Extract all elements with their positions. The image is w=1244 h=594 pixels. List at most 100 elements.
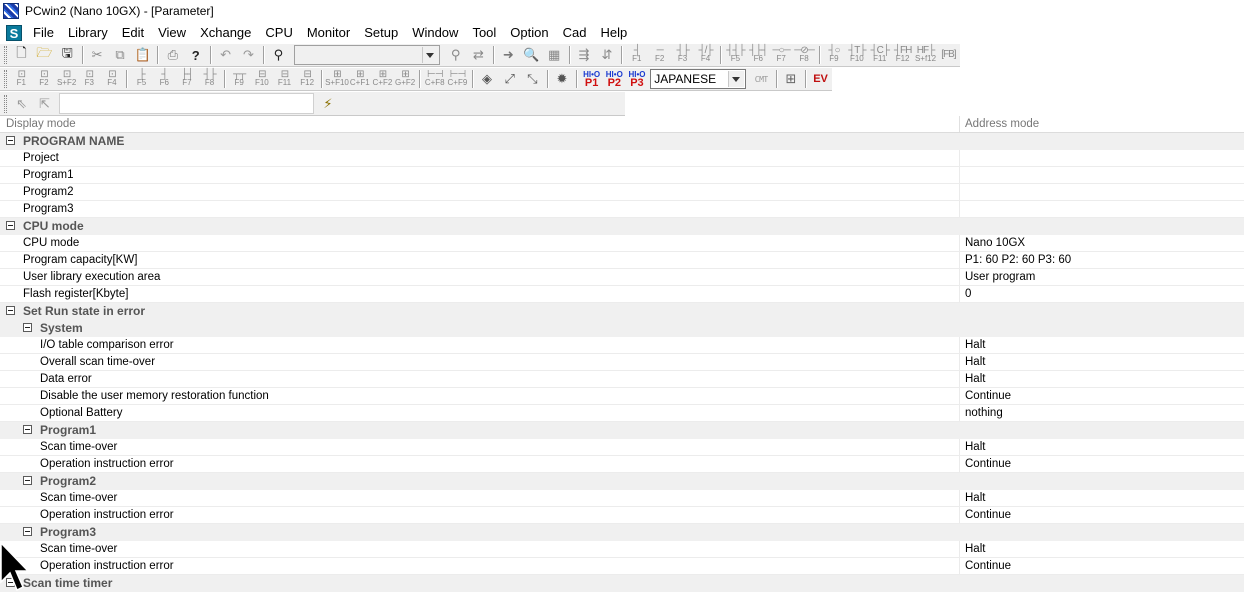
edit-sf10-icon[interactable]: ⊞ S+F10 [325, 68, 349, 90]
find-icon[interactable]: ⚲ [267, 44, 290, 66]
ladder-f9-icon[interactable]: ┤○ F9 [823, 44, 846, 66]
toolbar-grip[interactable] [4, 46, 7, 64]
table-row[interactable]: CPU mode Nano 10GX [0, 235, 1244, 252]
table-row[interactable]: Overall scan time-over Halt [0, 354, 1244, 371]
menu-help[interactable]: Help [593, 22, 634, 43]
edit-f1-icon[interactable]: ⊡ F1 [10, 68, 33, 90]
ladder-f6-icon[interactable]: ┤├┤ F6 [747, 44, 770, 66]
io-table-icon[interactable]: ⊞ [780, 68, 803, 90]
group-row[interactable]: Program3 [0, 524, 1244, 541]
undo-icon[interactable]: ↶ [214, 44, 237, 66]
address-mode-value[interactable] [960, 167, 1244, 183]
collapse-minus-icon[interactable] [23, 323, 32, 332]
menu-edit[interactable]: Edit [115, 22, 151, 43]
group-row[interactable]: Scan time timer [0, 575, 1244, 592]
open-folder-icon[interactable]: 🗁 [33, 44, 56, 66]
address-mode-header[interactable]: Address mode [960, 116, 1244, 132]
table-row[interactable]: Optional Battery nothing [0, 405, 1244, 422]
address-mode-value[interactable]: Halt [960, 439, 1244, 455]
lightning-icon[interactable]: ⚡ [318, 95, 338, 113]
address-mode-value[interactable] [960, 201, 1244, 217]
table-row[interactable]: Data error Halt [0, 371, 1244, 388]
zoom-in-icon[interactable]: ⤢ [498, 68, 521, 90]
address-mode-value[interactable]: Continue [960, 456, 1244, 472]
menu-cad[interactable]: Cad [556, 22, 594, 43]
address-mode-value[interactable]: Halt [960, 337, 1244, 353]
address-mode-value[interactable]: 0 [960, 286, 1244, 302]
ladder-f11-icon[interactable]: ┤C├ F11 [868, 44, 891, 66]
table-row[interactable]: Scan time-over Halt [0, 490, 1244, 507]
address-mode-value[interactable]: Nano 10GX [960, 235, 1244, 251]
table-row[interactable]: Project [0, 150, 1244, 167]
group-row[interactable]: Set Run state in error [0, 303, 1244, 320]
edit-gsr2-icon[interactable]: ⊞ G+F2 [394, 68, 417, 90]
collapse-minus-icon[interactable] [6, 221, 15, 230]
address-mode-value[interactable]: Halt [960, 371, 1244, 387]
address-mode-value[interactable] [960, 150, 1244, 166]
table-row[interactable]: Program3 [0, 201, 1244, 218]
replace-icon[interactable]: ⇄ [467, 44, 490, 66]
edit-cf2-icon[interactable]: ⊞ C+F2 [371, 68, 394, 90]
collapse-minus-icon[interactable] [6, 136, 15, 145]
language-select[interactable]: JAPANESE [650, 69, 746, 89]
program-p3-button[interactable]: HI•O P3 [626, 68, 649, 90]
print-icon[interactable]: ⎙ [161, 44, 184, 66]
address-mode-value[interactable]: Continue [960, 507, 1244, 523]
edit-f6-icon[interactable]: ┤ F6 [153, 68, 176, 90]
edit-cf8-icon[interactable]: ⊢⊣ C+F8 [423, 68, 446, 90]
new-file-icon[interactable]: 🗋 [10, 44, 33, 66]
table-row[interactable]: Operation instruction error Continue [0, 558, 1244, 575]
ladder-f2-icon[interactable]: ─ F2 [648, 44, 671, 66]
program-p2-button[interactable]: HI•O P2 [603, 68, 626, 90]
compile-icon[interactable]: ✹ [551, 68, 574, 90]
help-icon[interactable]: ? [184, 44, 207, 66]
group-row[interactable]: CPU mode [0, 218, 1244, 235]
collapse-minus-icon[interactable] [23, 425, 32, 434]
zoom-out-icon[interactable]: ⤡ [521, 68, 544, 90]
ladder-sf12-icon[interactable]: HF├ S+f12 [914, 44, 937, 66]
table-row[interactable]: User library execution area User program [0, 269, 1244, 286]
comment-icon[interactable]: CMT [750, 68, 773, 90]
edit-f4-icon[interactable]: ⊡ F4 [101, 68, 124, 90]
table-row[interactable]: Program2 [0, 184, 1244, 201]
ladder-fb-icon[interactable]: [FB] [937, 44, 960, 66]
event-icon[interactable]: EV [809, 68, 832, 90]
menu-window[interactable]: Window [405, 22, 465, 43]
edit-sf2-icon[interactable]: ⊡ S+F2 [55, 68, 78, 90]
table-row[interactable]: Program1 [0, 167, 1244, 184]
ladder-f1-icon[interactable]: ┤ F1 [625, 44, 648, 66]
insert-row-icon[interactable]: ⇶ [573, 44, 596, 66]
menu-tool[interactable]: Tool [465, 22, 503, 43]
search-next-icon[interactable]: ⚲ [444, 44, 467, 66]
paste-icon[interactable]: 📋 [131, 44, 154, 66]
table-row[interactable]: Flash register[Kbyte] 0 [0, 286, 1244, 303]
delete-row-icon[interactable]: ⇵ [595, 44, 618, 66]
select-pointer-icon[interactable]: ⇱ [33, 93, 56, 115]
address-mode-value[interactable] [960, 184, 1244, 200]
redo-icon[interactable]: ↷ [237, 44, 260, 66]
edit-f10-icon[interactable]: ⊟ F10 [251, 68, 274, 90]
menu-view[interactable]: View [151, 22, 193, 43]
copy-icon[interactable]: ⧉ [109, 44, 132, 66]
table-row[interactable]: Scan time-over Halt [0, 541, 1244, 558]
table-row[interactable]: I/O table comparison error Halt [0, 337, 1244, 354]
address-mode-value[interactable]: Continue [960, 558, 1244, 574]
menu-setup[interactable]: Setup [357, 22, 405, 43]
address-mode-value[interactable]: Halt [960, 354, 1244, 370]
edit-f7-icon[interactable]: ├┤ F7 [176, 68, 199, 90]
ladder-f7-icon[interactable]: ─○─ F7 [770, 44, 793, 66]
menu-cpu[interactable]: CPU [258, 22, 299, 43]
menu-xchange[interactable]: Xchange [193, 22, 258, 43]
ladder-f5-icon[interactable]: ┤┤├ F5 [724, 44, 747, 66]
group-row[interactable]: Program1 [0, 422, 1244, 439]
document-system-icon[interactable]: S [6, 24, 22, 41]
cut-icon[interactable]: ✂ [86, 44, 109, 66]
address-mode-value[interactable]: nothing [960, 405, 1244, 421]
group-row[interactable]: Program2 [0, 473, 1244, 490]
edit-f5-icon[interactable]: ├ F5 [130, 68, 153, 90]
magnifier-icon[interactable]: 🔍 [520, 44, 543, 66]
edit-f12-icon[interactable]: ⊟ F12 [296, 68, 319, 90]
menu-file[interactable]: File [26, 22, 61, 43]
address-field[interactable] [59, 93, 314, 114]
address-mode-value[interactable]: User program [960, 269, 1244, 285]
